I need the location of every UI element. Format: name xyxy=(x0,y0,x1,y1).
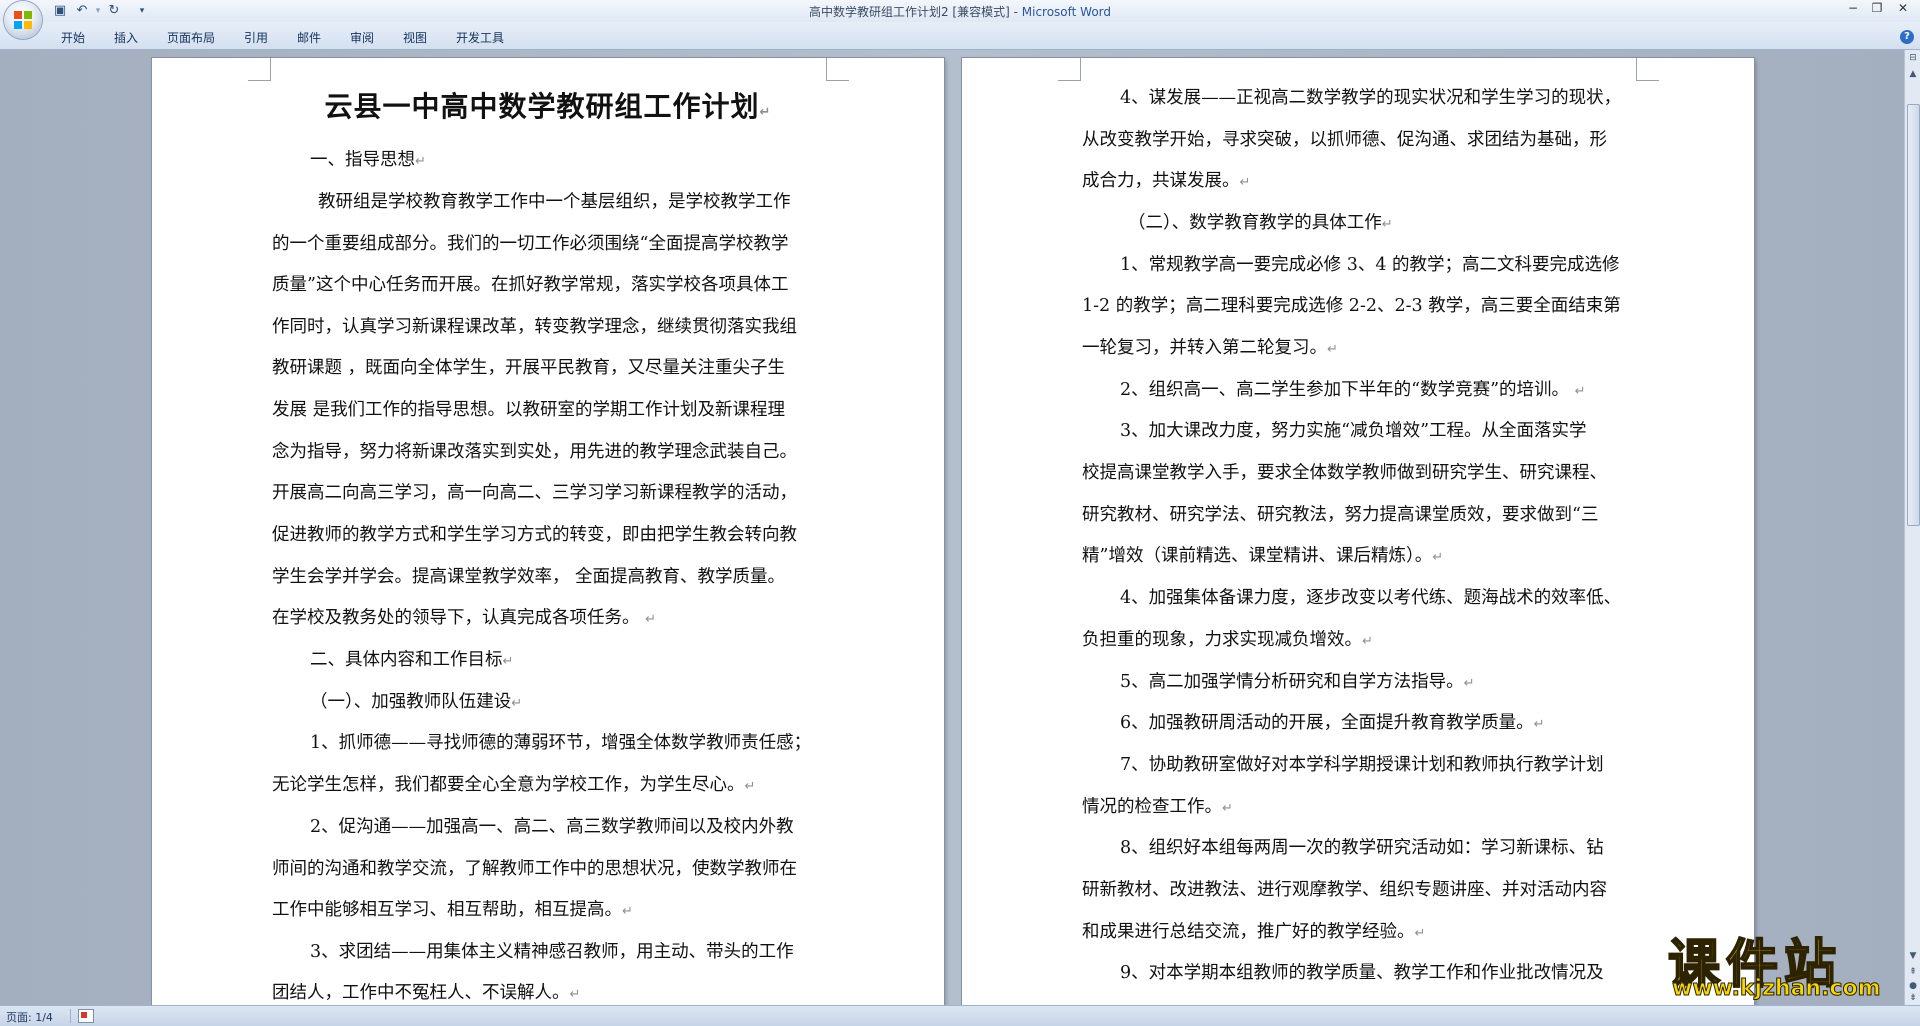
text-line: （一）、加强教师队伍建设↵ xyxy=(310,692,523,712)
text-line: 师间的沟通和教学交流，了解教师工作中的思想状况，使数学教师在 xyxy=(272,859,797,879)
text-line: 情况的检查工作。↵ xyxy=(1082,797,1233,817)
close-icon[interactable]: ✕ xyxy=(1892,0,1914,18)
margin-mark xyxy=(1058,58,1081,81)
text-line: 研新教材、改进教法、进行观摩教学、组织专题讲座、并对活动内容 xyxy=(1082,880,1607,900)
ribbon-tabs: 开始 插入 页面布局 引用 邮件 审阅 视图 开发工具 ? xyxy=(0,22,1920,50)
help-icon[interactable]: ? xyxy=(1900,30,1914,44)
text-line: 3、求团结——用集体主义精神感召教师，用主动、带头的工作 xyxy=(310,942,794,962)
text-line: 和成果进行总结交流，推广好的教学经验。↵ xyxy=(1082,922,1426,942)
ruler-toggle-icon[interactable]: ⊟ xyxy=(1907,52,1919,64)
text-line: 从改变教学开始，寻求突破，以抓师德、促沟通、求团结为基础，形 xyxy=(1082,130,1607,150)
margin-mark xyxy=(1636,58,1659,81)
document-title: 云县一中高中数学教研组工作计划↵ xyxy=(324,90,772,123)
text-line: 发展 是我们工作的指导思想。以教研室的学期工作计划及新课程理 xyxy=(272,400,786,420)
text-line: 4、谋发展——正视高二数学教学的现实状况和学生学习的现状， xyxy=(1120,88,1622,108)
tab-mailings[interactable]: 邮件 xyxy=(297,29,321,46)
text-line: 质量”这个中心任务而开展。在抓好教学常规，落实学校各项具体工 xyxy=(272,275,789,295)
text-line: 念为指导，努力将新课改落实到实处，用先进的教学理念武装自己。 xyxy=(272,442,797,462)
text-line: 1、常规教学高一要完成必修 3、4 的教学；高二文科要完成选修 xyxy=(1120,255,1620,275)
text-line: 7、协助教研室做好对本学科学期授课计划和教师执行教学计划 xyxy=(1120,755,1604,775)
restore-icon[interactable]: ❐ xyxy=(1866,0,1888,18)
margin-mark xyxy=(248,58,271,81)
margin-mark xyxy=(826,58,849,81)
text-line: 一轮复习，并转入第二轮复习。↵ xyxy=(1082,338,1338,358)
text-line: 成合力，共谋发展。↵ xyxy=(1082,171,1251,191)
page-indicator[interactable]: 页面: 1/4 xyxy=(6,1009,53,1025)
scroll-thumb[interactable] xyxy=(1907,104,1920,526)
proofing-icon[interactable] xyxy=(78,1009,94,1023)
document-page-1[interactable]: 云县一中高中数学教研组工作计划↵ 一、指导思想↵ 教研组是学校教育教学工作中一个… xyxy=(152,58,944,1008)
window-title: 高中数学教研组工作计划2 [兼容模式] - Microsoft Word xyxy=(0,3,1920,20)
text-line: 作同时，认真学习新课程课改革，转变教学理念，继续贯彻落实我组 xyxy=(272,317,797,337)
office-logo-icon xyxy=(14,11,32,29)
next-page-icon[interactable]: ⇟ xyxy=(1907,992,1919,1004)
text-line: 工作中能够相互学习、相互帮助，相互提高。↵ xyxy=(272,900,633,920)
text-line: 在学校及教务处的领导下，认真完成各项任务。 ↵ xyxy=(272,608,656,628)
text-line: 9、对本学期本组教师的教学质量、教学工作和作业批改情况及 xyxy=(1120,963,1604,983)
text-line: 8、组织好本组每两周一次的教学研究活动如：学习新课标、钻 xyxy=(1120,838,1604,858)
text-line: 一、指导思想↵ xyxy=(310,150,426,170)
text-line: 2、促沟通——加强高一、高二、高三数学教师间以及校内外教 xyxy=(310,817,794,837)
tab-review[interactable]: 审阅 xyxy=(350,29,374,46)
tab-insert[interactable]: 插入 xyxy=(114,29,138,46)
text-line: 1-2 的教学；高二理科要完成选修 2-2、2-3 教学，高三要全面结束第 xyxy=(1082,296,1621,316)
title-separator: - xyxy=(1009,5,1022,19)
text-line: 二、具体内容和工作目标↵ xyxy=(310,650,514,670)
document-page-2[interactable]: 4、谋发展——正视高二数学教学的现实状况和学生学习的现状， 从改变教学开始，寻求… xyxy=(962,58,1754,1008)
text-line: 校提高课堂教学入手，要求全体数学教师做到研究学生、研究课程、 xyxy=(1082,463,1607,483)
text-line: 负担重的现象，力求实现减负增效。↵ xyxy=(1082,630,1373,650)
text-line: 1、抓师德——寻找师德的薄弱环节，增强全体数学教师责任感； xyxy=(310,733,812,753)
app-name: Microsoft Word xyxy=(1021,5,1112,19)
tab-home[interactable]: 开始 xyxy=(61,29,85,46)
text-line: 研究教材、研究学法、研究教法，努力提高课堂质效，要求做到“三 xyxy=(1082,505,1599,525)
text-line: 无论学生怎样，我们都要全心全意为学校工作，为学生尽心。↵ xyxy=(272,775,756,795)
watermark-logo: 课件站 www.kjzhan.com xyxy=(1667,924,1904,1002)
text-line: （二）、数学教育教学的具体工作↵ xyxy=(1128,213,1393,233)
browse-object-icon[interactable]: ● xyxy=(1907,980,1919,992)
text-line: 4、加强集体备课力度，逐步改变以考代练、题海战术的效率低、 xyxy=(1120,588,1622,608)
status-divider xyxy=(70,1009,71,1023)
text-line: 3、加大课改力度，努力实施“减负增效”工程。从全面落实学 xyxy=(1120,421,1587,441)
tab-references[interactable]: 引用 xyxy=(244,29,268,46)
office-button[interactable] xyxy=(4,1,42,39)
status-bar: 页面: 1/4 xyxy=(0,1005,1920,1026)
tab-page-layout[interactable]: 页面布局 xyxy=(167,29,215,46)
text-line: 教研组是学校教育教学工作中一个基层组织，是学校教学工作 xyxy=(318,192,791,212)
tab-developer[interactable]: 开发工具 xyxy=(456,29,504,46)
vertical-scrollbar[interactable]: ⊟ ▲ ▼ ⇞ ● ⇟ xyxy=(1904,50,1920,1005)
text-line: 精”增效（课前精选、课堂精讲、课后精炼）。↵ xyxy=(1082,546,1444,566)
document-name: 高中数学教研组工作计划2 [兼容模式] xyxy=(808,5,1010,19)
text-line: 的一个重要组成部分。我们的一切工作必须围绕“全面提高学校教学 xyxy=(272,234,789,254)
text-line: 促进教师的教学方式和学生学习方式的转变，即由把学生教会转向教 xyxy=(272,525,797,545)
scroll-down-icon[interactable]: ▼ xyxy=(1907,950,1919,962)
text-line: 教研课题 ，既面向全体学生，开展平民教育，又尽量关注重尖子生 xyxy=(272,358,786,378)
text-line: 开展高二向高三学习，高一向高二、三学习学习新课程教学的活动， xyxy=(272,483,797,503)
title-bar: ▣ ↶ ▾ ↻ ▾ 高中数学教研组工作计划2 [兼容模式] - Microsof… xyxy=(0,0,1920,23)
text-line: 学生会学并学会。提高课堂教学效率， 全面提高教育、教学质量。 xyxy=(272,567,786,587)
text-line: 5、高二加强学情分析研究和自学方法指导。↵ xyxy=(1120,672,1475,692)
text-line: 6、加强教研周活动的开展，全面提升教育教学质量。↵ xyxy=(1120,713,1545,733)
text-line: 2、组织高一、高二学生参加下半年的“数学竞赛”的培训。 ↵ xyxy=(1120,380,1586,400)
minimize-icon[interactable]: − xyxy=(1842,0,1864,18)
scroll-up-icon[interactable]: ▲ xyxy=(1907,68,1919,80)
watermark-url: www.kjzhan.com xyxy=(1672,976,1882,1002)
tab-view[interactable]: 视图 xyxy=(403,29,427,46)
text-line: 团结人，工作中不冤枉人、不误解人。↵ xyxy=(272,983,581,1003)
previous-page-icon[interactable]: ⇞ xyxy=(1907,966,1919,978)
